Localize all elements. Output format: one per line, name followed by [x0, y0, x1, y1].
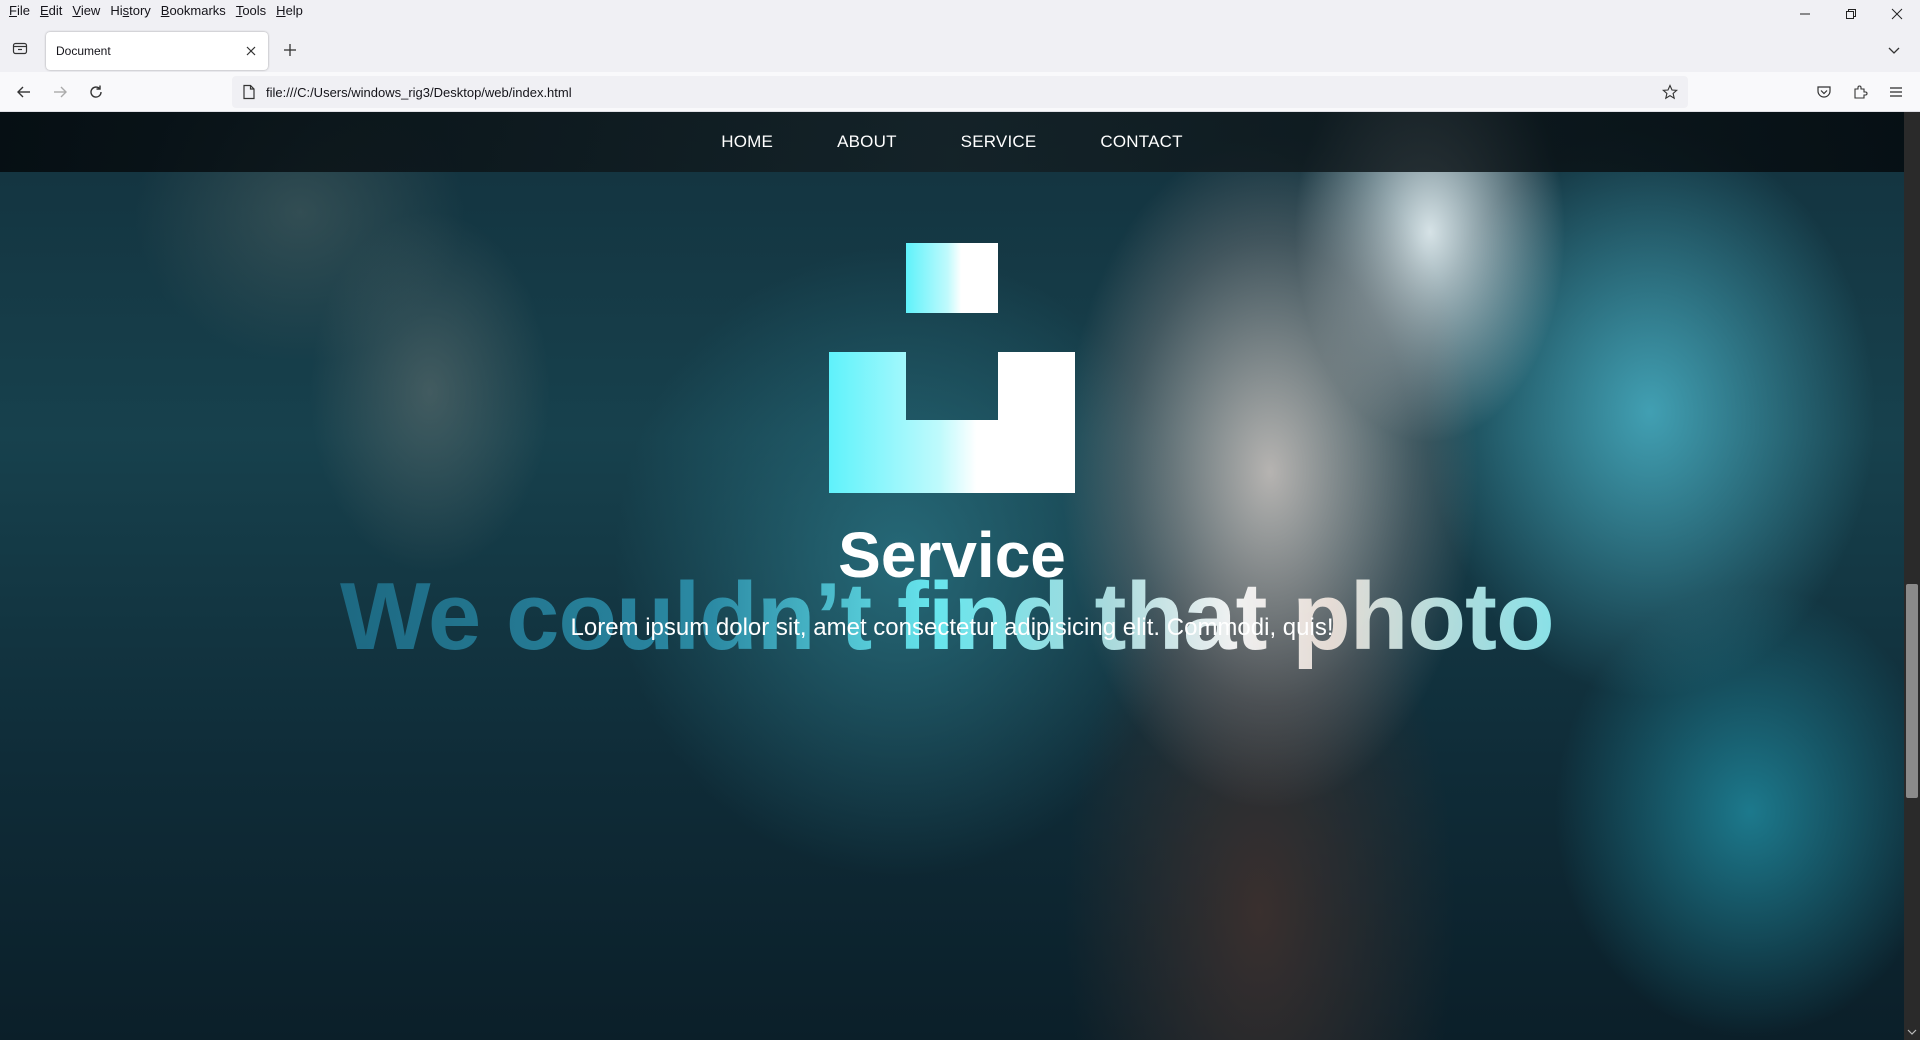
tab-document[interactable]: Document — [46, 32, 268, 70]
scrollbar-thumb[interactable] — [1906, 584, 1918, 798]
tab-title: Document — [56, 44, 111, 58]
page-scrollbar[interactable] — [1904, 112, 1920, 1040]
menu-history[interactable]: History — [105, 0, 155, 22]
forward-arrow-icon — [54, 86, 67, 98]
menu-bookmarks[interactable]: Bookmarks — [156, 0, 231, 22]
address-bar[interactable]: file:///C:/Users/windows_rig3/Desktop/we… — [232, 76, 1688, 108]
restore-icon — [1846, 9, 1856, 19]
close-icon — [246, 46, 256, 56]
plus-icon — [284, 44, 296, 56]
menu-tools[interactable]: Tools — [231, 0, 271, 22]
pocket-button[interactable] — [1812, 80, 1836, 104]
list-all-tabs-button[interactable] — [1882, 38, 1906, 62]
page-icon — [243, 84, 255, 100]
reload-icon — [90, 85, 102, 98]
nav-link-service[interactable]: SERVICE — [961, 132, 1037, 152]
page-viewport: HOME ABOUT SERVICE CONTACT We couldn’t f… — [0, 112, 1904, 1040]
app-menu-button[interactable] — [1884, 80, 1908, 104]
nav-link-home[interactable]: HOME — [721, 132, 773, 152]
pocket-icon — [1817, 86, 1831, 98]
tab-list-button[interactable] — [8, 36, 32, 60]
back-arrow-icon — [17, 86, 30, 98]
menu-view[interactable]: View — [67, 0, 105, 22]
chevron-down-icon — [1907, 1029, 1917, 1035]
bookmark-button[interactable] — [1660, 82, 1680, 102]
nav-link-contact[interactable]: CONTACT — [1100, 132, 1182, 152]
close-tab-button[interactable] — [240, 40, 262, 62]
tab-list-icon — [12, 42, 28, 55]
star-icon — [1662, 84, 1678, 100]
tab-strip: Document — [0, 22, 1920, 72]
url-text: file:///C:/Users/windows_rig3/Desktop/we… — [266, 84, 572, 100]
nav-link-about[interactable]: ABOUT — [837, 132, 897, 152]
reload-button[interactable] — [84, 80, 108, 104]
hero-subtitle: Lorem ipsum dolor sit, amet consectetur … — [570, 614, 1334, 641]
menu-edit[interactable]: Edit — [35, 0, 67, 22]
chevron-down-icon — [1888, 47, 1900, 54]
missing-photo-logo — [829, 243, 1075, 493]
new-tab-button[interactable] — [278, 38, 302, 62]
extensions-button[interactable] — [1848, 80, 1872, 104]
hamburger-icon — [1890, 87, 1902, 97]
hero-title: Service — [838, 519, 1066, 591]
menu-help[interactable]: Help — [271, 0, 308, 22]
scroll-down-button[interactable] — [1904, 1024, 1920, 1040]
back-button[interactable] — [12, 80, 36, 104]
menu-file[interactable]: File — [4, 0, 35, 22]
close-icon — [1891, 8, 1903, 20]
site-navigation: HOME ABOUT SERVICE CONTACT — [0, 112, 1904, 172]
minimize-icon — [1800, 13, 1810, 15]
navigation-toolbar: file:///C:/Users/windows_rig3/Desktop/we… — [0, 72, 1920, 112]
puzzle-icon — [1854, 85, 1868, 99]
forward-button[interactable] — [48, 80, 72, 104]
menu-bar: File Edit View History Bookmarks Tools H… — [0, 0, 1920, 22]
